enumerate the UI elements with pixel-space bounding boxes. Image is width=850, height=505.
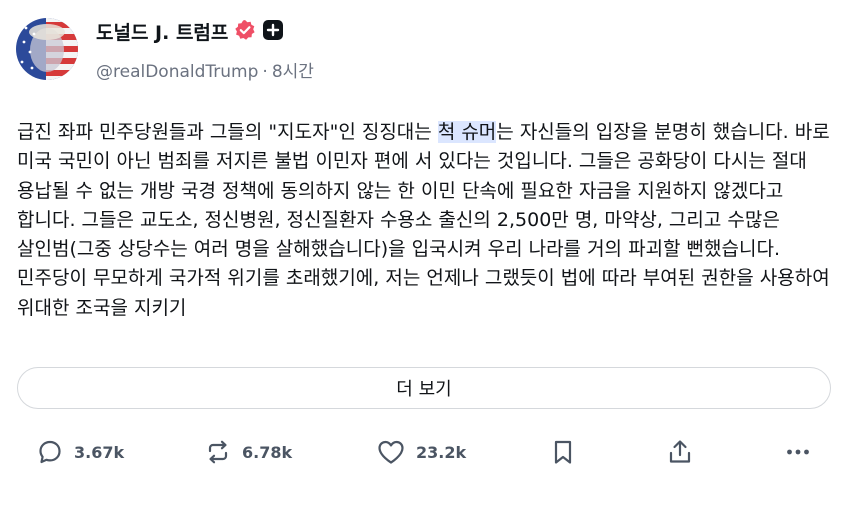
reply-count: 3.67k <box>74 442 125 462</box>
bookmark-button[interactable] <box>550 438 576 466</box>
bookmark-icon <box>550 438 576 466</box>
more-icon <box>784 438 812 466</box>
action-bar: 3.67k 6.78k 23.2k <box>0 438 850 478</box>
post-text-start: 급진 좌파 민주당원들과 그들의 "지도자"인 징징대는 <box>17 121 438 143</box>
author-meta: @realDonaldTrump · 8시간 <box>96 57 314 82</box>
post-text-rest: 는 자신들의 입장을 분명히 했습니다. 바로 미국 국민이 아닌 범죄를 저지… <box>17 121 830 319</box>
post-timestamp[interactable]: 8시간 <box>272 62 314 82</box>
like-icon <box>376 438 406 466</box>
meta-separator: · <box>262 62 268 82</box>
share-button[interactable] <box>666 438 694 466</box>
repost-count: 6.78k <box>242 442 293 462</box>
plus-badge-icon <box>262 19 284 45</box>
verified-badge-icon <box>234 19 256 45</box>
repost-icon <box>204 438 232 466</box>
reply-icon <box>36 438 64 466</box>
share-icon <box>666 438 694 466</box>
reply-button[interactable]: 3.67k <box>36 438 124 466</box>
author-display-name[interactable]: 도널드 J. 트럼프 <box>96 18 228 45</box>
avatar[interactable] <box>16 18 78 80</box>
author-row: 도널드 J. 트럼프 <box>96 18 284 45</box>
show-more-button[interactable]: 더 보기 <box>17 367 831 409</box>
repost-button[interactable]: 6.78k <box>204 438 292 466</box>
more-options-button[interactable] <box>784 438 812 466</box>
mention-link[interactable]: 척 슈머 <box>437 121 497 143</box>
post-body: 급진 좌파 민주당원들과 그들의 "지도자"인 징징대는 척 슈머는 자신들의 … <box>17 118 835 350</box>
like-button[interactable]: 23.2k <box>376 438 466 466</box>
author-handle[interactable]: @realDonaldTrump <box>96 62 258 82</box>
like-count: 23.2k <box>416 442 467 462</box>
